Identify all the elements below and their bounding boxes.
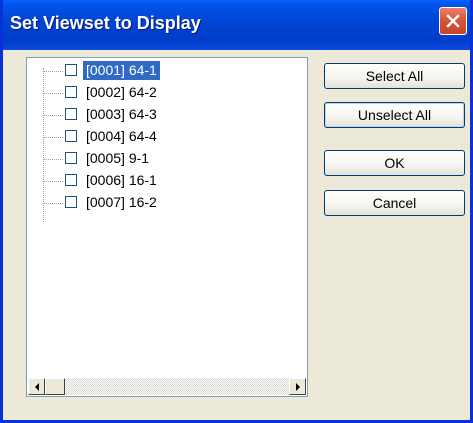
scroll-left-button[interactable] bbox=[28, 378, 45, 395]
tree-item-label[interactable]: [0004] 64-4 bbox=[83, 127, 160, 146]
tree-item-label[interactable]: [0001] 64-1 bbox=[83, 61, 160, 80]
tree-item[interactable]: [0003] 64-3 bbox=[27, 104, 267, 126]
item-checkbox[interactable] bbox=[65, 130, 77, 142]
cancel-button[interactable]: Cancel bbox=[324, 190, 465, 216]
tree-connector bbox=[43, 137, 63, 138]
tree-item[interactable]: [0002] 64-2 bbox=[27, 82, 267, 104]
item-checkbox[interactable] bbox=[65, 108, 77, 120]
tree-connector bbox=[43, 181, 63, 182]
tree-connector bbox=[43, 93, 63, 94]
horizontal-scrollbar[interactable] bbox=[28, 378, 306, 395]
title-bar[interactable]: Set Viewset to Display bbox=[3, 0, 470, 50]
tree-item[interactable]: [0004] 64-4 bbox=[27, 126, 267, 148]
arrow-left-icon bbox=[34, 378, 40, 396]
tree-item-label[interactable]: [0002] 64-2 bbox=[83, 83, 160, 102]
item-checkbox[interactable] bbox=[65, 174, 77, 186]
tree-item[interactable]: [0006] 16-1 bbox=[27, 170, 267, 192]
unselect-all-button[interactable]: Unselect All bbox=[324, 102, 465, 128]
arrow-right-icon bbox=[295, 378, 301, 396]
tree-item-label[interactable]: [0003] 64-3 bbox=[83, 105, 160, 124]
scroll-right-button[interactable] bbox=[289, 378, 306, 395]
tree-connector bbox=[43, 203, 63, 204]
item-checkbox[interactable] bbox=[65, 196, 77, 208]
scrollbar-thumb[interactable] bbox=[45, 378, 65, 395]
tree-item[interactable]: [0007] 16-2 bbox=[27, 192, 267, 214]
tree-item-label[interactable]: [0005] 9-1 bbox=[83, 149, 152, 168]
tree-connector bbox=[43, 159, 63, 160]
tree-connector bbox=[43, 115, 63, 116]
close-icon bbox=[446, 14, 460, 28]
item-checkbox[interactable] bbox=[65, 64, 77, 76]
dialog-window: Set Viewset to Display [0001] 64-1 [0002… bbox=[0, 0, 473, 423]
item-checkbox[interactable] bbox=[65, 152, 77, 164]
window-title: Set Viewset to Display bbox=[10, 13, 201, 33]
tree-connector bbox=[43, 71, 63, 72]
scrollbar-track[interactable] bbox=[45, 378, 289, 395]
tree-item[interactable]: [0001] 64-1 bbox=[27, 60, 267, 82]
tree-item-label[interactable]: [0006] 16-1 bbox=[83, 171, 160, 190]
ok-button[interactable]: OK bbox=[324, 150, 465, 176]
item-checkbox[interactable] bbox=[65, 86, 77, 98]
select-all-button[interactable]: Select All bbox=[324, 63, 465, 89]
viewset-tree[interactable]: [0001] 64-1 [0002] 64-2 [0003] 64-3 [000… bbox=[26, 57, 308, 397]
tree-item-label[interactable]: [0007] 16-2 bbox=[83, 193, 160, 212]
tree-item[interactable]: [0005] 9-1 bbox=[27, 148, 267, 170]
close-button[interactable] bbox=[439, 7, 467, 35]
